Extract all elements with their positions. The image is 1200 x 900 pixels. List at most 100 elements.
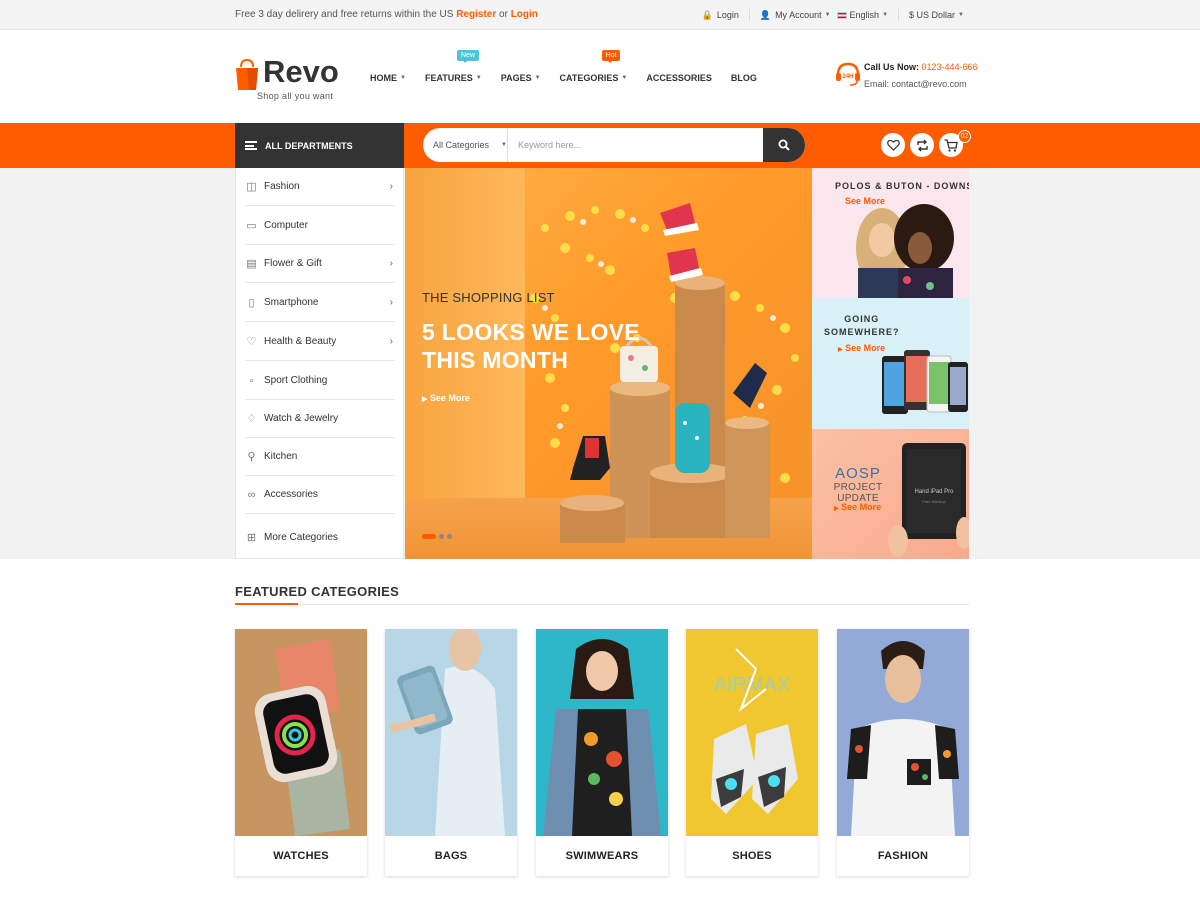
banner-going-somewhere[interactable]: GOING SOMEWHERE? ▶ See More bbox=[812, 298, 969, 429]
category-image bbox=[536, 629, 668, 836]
currency-label: $ US Dollar bbox=[909, 10, 956, 20]
search-form: All Categories ▼ bbox=[423, 128, 805, 162]
banner-see-more-link[interactable]: ▶ See More bbox=[838, 343, 885, 353]
wishlist-button[interactable] bbox=[881, 133, 905, 157]
hot-badge: Hot bbox=[601, 50, 621, 63]
nav-accessories[interactable]: ACCESSORIES bbox=[646, 72, 712, 84]
chevron-down-icon: ▼ bbox=[621, 75, 628, 81]
nav-label: FEATURES bbox=[424, 73, 473, 83]
nav-categories[interactable]: Hot CATEGORIES ▼ bbox=[560, 50, 628, 84]
banner-aosp[interactable]: Hand iPad Pro Free Mockup AOSP PROJECT U… bbox=[812, 429, 969, 559]
compare-button[interactable] bbox=[910, 133, 934, 157]
phone-number[interactable]: 0123-444-666 bbox=[922, 62, 978, 72]
sidebar-item-label: Smartphone bbox=[264, 297, 319, 308]
language-dropdown[interactable]: English ▼ bbox=[836, 10, 889, 20]
spoon-icon: ⚲ bbox=[247, 451, 256, 463]
banner-title-line: SOMEWHERE? bbox=[824, 327, 900, 337]
hours-badge: 24H bbox=[842, 74, 853, 80]
car-icon: ▤ bbox=[246, 258, 257, 270]
search-input[interactable] bbox=[508, 128, 763, 162]
sidebar-item-watch-jewelry[interactable]: ♢ Watch & Jewelry bbox=[245, 400, 395, 438]
slider-dot[interactable] bbox=[439, 534, 444, 539]
category-label: SHOES bbox=[732, 850, 772, 862]
category-label: FASHION bbox=[877, 850, 929, 862]
my-account-dropdown[interactable]: 👤 My Account ▼ bbox=[760, 10, 831, 21]
login-link[interactable]: Login bbox=[511, 9, 538, 20]
sidebar-item-computer[interactable]: ▭ Computer bbox=[245, 207, 395, 245]
sidebar-item-label: Kitchen bbox=[264, 451, 298, 462]
sidebar-item-fashion[interactable]: ◫ Fashion › bbox=[245, 168, 395, 206]
login-label: Login bbox=[716, 10, 739, 20]
category-image bbox=[837, 629, 969, 836]
logo[interactable]: Revo bbox=[263, 54, 339, 90]
sidebar-item-smartphone[interactable]: ▯ Smartphone › bbox=[245, 284, 395, 322]
category-card-watches[interactable]: WATCHES bbox=[235, 629, 367, 876]
category-image bbox=[235, 629, 367, 836]
language-label: English bbox=[849, 10, 880, 20]
register-link[interactable]: Register bbox=[456, 9, 496, 20]
chevron-down-icon: ▼ bbox=[475, 75, 482, 81]
nav-label: HOME bbox=[370, 73, 397, 83]
logo-bag-icon[interactable] bbox=[235, 57, 259, 91]
login-button[interactable]: 🔒 Login bbox=[702, 10, 739, 21]
category-card-bags[interactable]: BAGS bbox=[385, 629, 517, 876]
category-sidebar: ◫ Fashion › ▭ Computer ▤ Flower & Gift ›… bbox=[235, 168, 404, 559]
category-card-shoes[interactable]: AIRMAX SHOES bbox=[686, 629, 818, 876]
divider bbox=[748, 9, 750, 21]
chevron-down-icon: ▼ bbox=[534, 75, 541, 81]
nav-pages[interactable]: PAGES ▼ bbox=[501, 72, 541, 84]
sidebar-item-kitchen[interactable]: ⚲ Kitchen bbox=[245, 438, 395, 476]
currency-dropdown[interactable]: $ US Dollar ▼ bbox=[909, 10, 964, 20]
slider-dot[interactable] bbox=[447, 534, 452, 539]
phone-icon: ▯ bbox=[248, 297, 255, 309]
search-icon bbox=[778, 139, 790, 151]
banner-see-more-link[interactable]: ▶ See More bbox=[834, 502, 881, 512]
see-more-label: See More bbox=[841, 502, 882, 512]
slider-dot[interactable] bbox=[422, 534, 436, 539]
sidebar-item-label: Watch & Jewelry bbox=[264, 413, 339, 424]
top-bar: Free 3 day delirery and free returns wit… bbox=[0, 0, 1200, 30]
new-badge: New bbox=[456, 50, 479, 63]
sidebar-item-accessories[interactable]: ∞ Accessories bbox=[245, 476, 395, 514]
sidebar-item-flower-gift[interactable]: ▤ Flower & Gift › bbox=[245, 245, 395, 283]
search-category-label: All Categories bbox=[433, 140, 490, 150]
search-category-select[interactable]: All Categories ▼ bbox=[423, 128, 508, 162]
banner-title-line: PROJECT UPDATE bbox=[833, 482, 883, 504]
menu-icon bbox=[245, 141, 257, 150]
call-us: Call Us Now: 0123-444-666 bbox=[864, 62, 978, 72]
banner-polos[interactable]: POLOS & BUTON - DOWNS See More bbox=[812, 168, 969, 298]
nav-home[interactable]: HOME ▼ bbox=[370, 72, 406, 84]
banner-see-more-link[interactable]: See More bbox=[845, 196, 885, 206]
hero-title-line: THIS MONTH bbox=[422, 347, 569, 373]
laptop-icon: ▭ bbox=[246, 220, 257, 232]
hero-see-more-link[interactable]: ▶ See More bbox=[422, 393, 470, 403]
plus-square-icon: ⊞ bbox=[246, 531, 257, 544]
sidebar-item-label: Health & Beauty bbox=[264, 336, 337, 347]
category-card-swimwears[interactable]: SWIMWEARS bbox=[536, 629, 668, 876]
chevron-down-icon: ▼ bbox=[882, 12, 889, 18]
diamond-icon: ♢ bbox=[246, 413, 257, 425]
sidebar-item-more-categories[interactable]: ⊞ More Categories bbox=[245, 518, 395, 556]
all-departments-button[interactable]: ALL DEPARTMENTS bbox=[235, 123, 404, 168]
tablet-text: Hand iPad Pro bbox=[914, 489, 954, 495]
caret-right-icon: ▶ bbox=[834, 506, 839, 512]
search-button[interactable] bbox=[763, 128, 805, 162]
nav-blog[interactable]: BLOG bbox=[731, 72, 757, 84]
heart-icon: ♡ bbox=[246, 336, 257, 348]
nav-features[interactable]: New FEATURES ▼ bbox=[424, 50, 482, 84]
shoe-icon: ▫ bbox=[249, 374, 254, 387]
email[interactable]: Email: contact@revo.com bbox=[864, 79, 967, 89]
category-image bbox=[385, 629, 517, 836]
banner-title: AOSP PROJECT UPDATE bbox=[818, 465, 898, 504]
divider bbox=[235, 604, 969, 605]
call-label: Call Us Now: bbox=[864, 62, 920, 72]
sidebar-item-sport-clothing[interactable]: ▫ Sport Clothing bbox=[245, 362, 395, 400]
lock-icon: 🔒 bbox=[701, 9, 713, 20]
banner-title: POLOS & BUTON - DOWNS bbox=[835, 181, 969, 191]
flag-icon bbox=[836, 11, 847, 19]
banner-title-line: GOING bbox=[844, 314, 880, 324]
category-card-fashion[interactable]: FASHION bbox=[837, 629, 969, 876]
sidebar-item-health-beauty[interactable]: ♡ Health & Beauty › bbox=[245, 323, 395, 361]
hero-title-line: 5 LOOKS WE LOVE bbox=[422, 319, 640, 345]
hero-slider[interactable]: THE SHOPPING LIST 5 LOOKS WE LOVE THIS M… bbox=[405, 168, 812, 559]
